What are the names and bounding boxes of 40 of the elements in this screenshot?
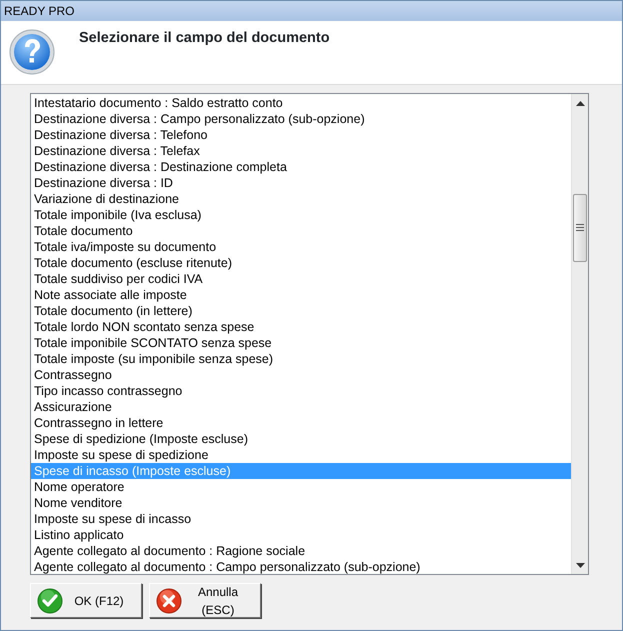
ok-button[interactable]: OK (F12) bbox=[30, 583, 142, 618]
list-item[interactable]: Listino applicato bbox=[31, 527, 571, 543]
list-item[interactable]: Nome venditore bbox=[31, 495, 571, 511]
list-item[interactable]: Variazione di destinazione bbox=[31, 191, 571, 207]
list-item[interactable]: Note associate alle imposte bbox=[31, 287, 571, 303]
scroll-down-icon[interactable] bbox=[576, 563, 585, 568]
list-item[interactable]: Totale documento (in lettere) bbox=[31, 303, 571, 319]
list-item[interactable]: Nome operatore bbox=[31, 479, 571, 495]
vertical-scrollbar[interactable] bbox=[571, 94, 588, 574]
window-title: READY PRO bbox=[1, 1, 622, 21]
list-item[interactable]: Agente collegato al documento : Ragione sociale bbox=[31, 543, 571, 559]
scroll-up-icon[interactable] bbox=[576, 101, 585, 106]
list-item[interactable]: Assicurazione bbox=[31, 399, 571, 415]
list-item[interactable]: Totale lordo NON scontato senza spese bbox=[31, 319, 571, 335]
list-item[interactable]: Tipo incasso contrassegno bbox=[31, 383, 571, 399]
list-item[interactable]: Agente collegato al documento : Campo personalizzato (sub-opzione) bbox=[31, 559, 571, 574]
dialog-heading: Selezionare il campo del documento bbox=[79, 30, 330, 48]
scroll-thumb[interactable] bbox=[573, 194, 587, 262]
list-item[interactable]: Destinazione diversa : Campo personalizzato (sub-opzione) bbox=[31, 111, 571, 127]
check-icon bbox=[37, 588, 63, 614]
list-item[interactable]: Totale documento bbox=[31, 223, 571, 239]
list-item[interactable]: Contrassegno bbox=[31, 367, 571, 383]
list-item[interactable]: Intestatario documento : Saldo estratto conto bbox=[31, 95, 571, 111]
list-item[interactable]: Destinazione diversa : Telefono bbox=[31, 127, 571, 143]
list-item[interactable]: Destinazione diversa : Destinazione completa bbox=[31, 159, 571, 175]
list-item[interactable]: Totale imponibile SCONTATO senza spese bbox=[31, 335, 571, 351]
list-item[interactable]: Imposte su spese di incasso bbox=[31, 511, 571, 527]
list-item[interactable]: Totale documento (escluse ritenute) bbox=[31, 255, 571, 271]
list-item[interactable]: Destinazione diversa : Telefax bbox=[31, 143, 571, 159]
list-item[interactable]: Spese di spedizione (Imposte escluse) bbox=[31, 431, 571, 447]
list-item[interactable]: Totale imposte (su imponibile senza spese) bbox=[31, 351, 571, 367]
list-item[interactable]: Totale suddiviso per codici IVA bbox=[31, 271, 571, 287]
cancel-button[interactable]: Annulla (ESC) bbox=[149, 583, 261, 618]
list-item[interactable]: Totale imponibile (Iva esclusa) bbox=[31, 207, 571, 223]
list-item[interactable]: Contrassegno in lettere bbox=[31, 415, 571, 431]
list-item[interactable]: Destinazione diversa : ID bbox=[31, 175, 571, 191]
list-item[interactable]: Totale iva/imposte su documento bbox=[31, 239, 571, 255]
close-icon bbox=[156, 588, 182, 614]
question-icon bbox=[9, 29, 55, 75]
list-item[interactable]: Imposte su spese di spedizione bbox=[31, 447, 571, 463]
